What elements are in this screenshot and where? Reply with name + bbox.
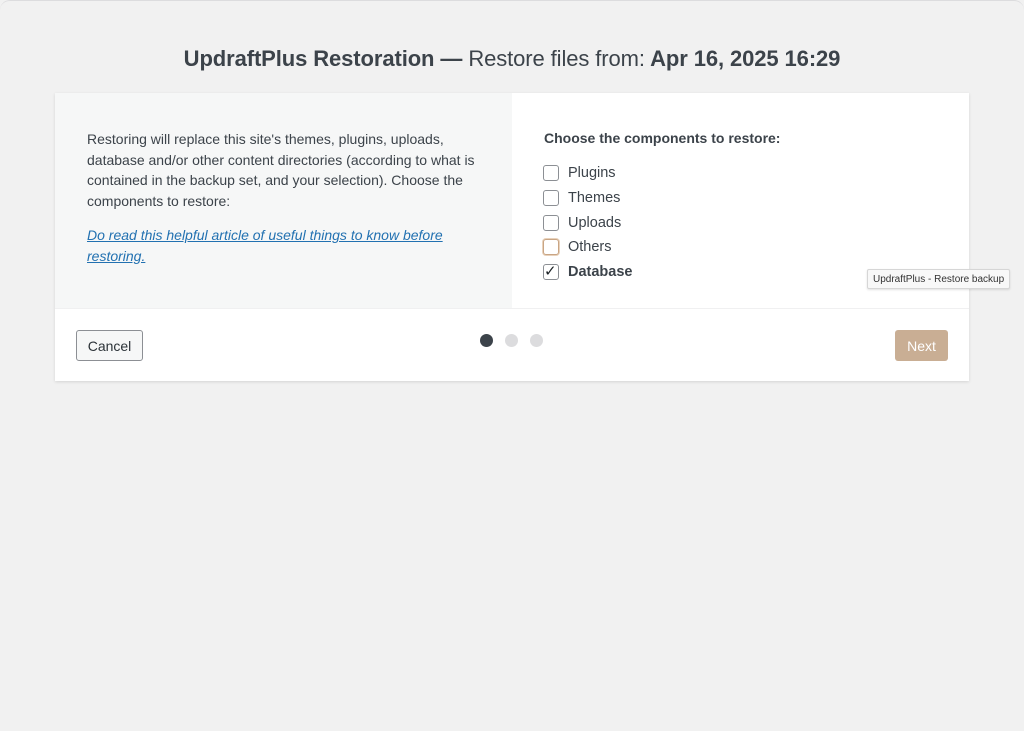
tooltip: UpdraftPlus - Restore backup: [867, 269, 1011, 289]
title-prefix: UpdraftPlus Restoration —: [183, 46, 469, 71]
database-checkbox[interactable]: ✓: [543, 263, 559, 280]
restore-description: Restoring will replace this site's theme…: [87, 131, 475, 209]
component-label: Themes: [568, 190, 621, 206]
component-option-plugins[interactable]: Plugins: [543, 163, 616, 183]
footer-divider: [55, 308, 969, 309]
step-dot-2: [505, 334, 518, 347]
next-button[interactable]: Next: [895, 330, 948, 361]
component-label: Uploads: [568, 215, 622, 231]
page-title: UpdraftPlus Restoration — Restore files …: [0, 46, 1024, 72]
title-date: Apr 16, 2025 16:29: [644, 46, 841, 71]
component-label: Others: [568, 239, 612, 255]
component-option-others[interactable]: Others: [543, 237, 612, 257]
component-option-uploads[interactable]: Uploads: [543, 213, 621, 233]
others-checkbox[interactable]: [543, 239, 559, 255]
restore-dialog: Restoring will replace this site's theme…: [55, 93, 969, 381]
component-label: Plugins: [568, 165, 616, 181]
info-pane: Restoring will replace this site's theme…: [55, 93, 512, 308]
step-indicator: [480, 334, 543, 347]
component-label: Database: [568, 264, 633, 280]
step-dot-1: [480, 334, 493, 347]
step-dot-3: [530, 334, 543, 347]
component-option-themes[interactable]: Themes: [543, 188, 620, 208]
component-option-database[interactable]: ✓ Database: [543, 262, 632, 282]
plugins-checkbox[interactable]: [543, 165, 559, 181]
themes-checkbox[interactable]: [543, 190, 559, 206]
cancel-button[interactable]: Cancel: [76, 330, 143, 361]
uploads-checkbox[interactable]: [543, 215, 559, 231]
components-heading: Choose the components to restore:: [544, 130, 781, 146]
help-article-link[interactable]: Do read this helpful article of useful t…: [87, 225, 487, 266]
checkmark-icon: ✓: [544, 263, 557, 280]
title-main: Restore files from:: [468, 46, 645, 71]
